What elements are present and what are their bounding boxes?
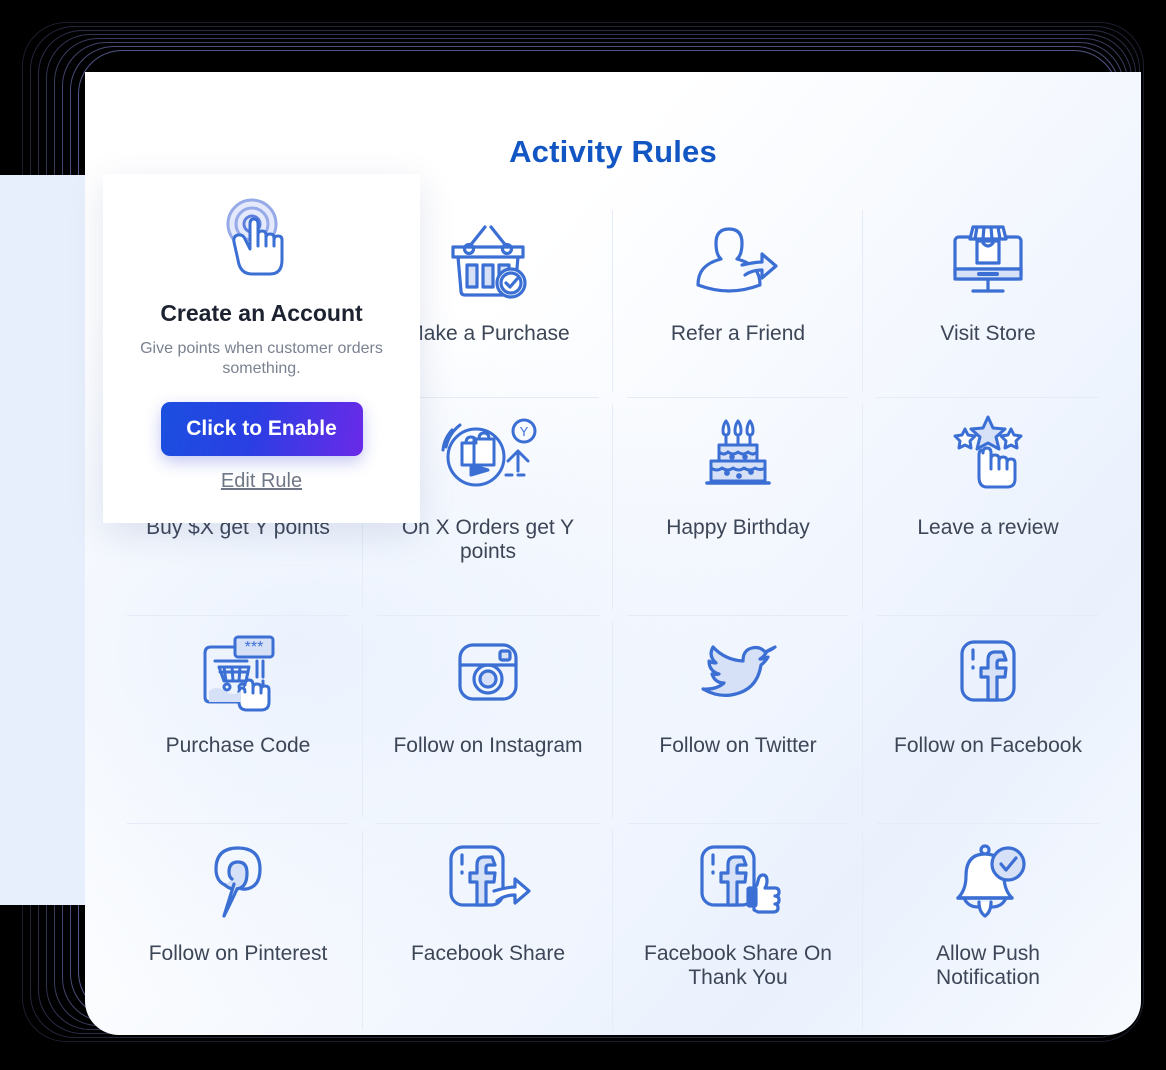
- rule-label: Facebook Share On Thank You: [644, 942, 832, 989]
- rule-cell-follow-on-twitter[interactable]: Follow on Twitter: [613, 616, 863, 824]
- rule-cell-follow-on-instagram[interactable]: Follow on Instagram: [363, 616, 613, 824]
- rule-cell-facebook-share-on-thank-you[interactable]: Facebook Share On Thank You: [613, 824, 863, 1035]
- facebook-icon: [949, 624, 1027, 720]
- orders-points-icon: Y: [438, 406, 538, 502]
- rule-label: On X Orders get Y points: [401, 516, 575, 563]
- stars-hand-icon: [945, 406, 1031, 502]
- shopping-basket-check-icon: [445, 212, 531, 308]
- svg-text:***: ***: [245, 639, 264, 656]
- left-accent-panel: [0, 175, 86, 905]
- rule-cell-allow-push-notification[interactable]: Allow Push Notification: [863, 824, 1113, 1035]
- twitter-bird-icon: [695, 624, 781, 720]
- purchase-code-icon: ***: [191, 624, 285, 720]
- rule-cell-facebook-share[interactable]: Facebook Share: [363, 824, 613, 1035]
- rule-label: Follow on Facebook: [894, 734, 1082, 757]
- rule-label: Follow on Instagram: [393, 734, 583, 757]
- rule-label: Allow Push Notification: [936, 942, 1040, 989]
- rule-popup-panel: Create an Account Give points when custo…: [103, 174, 420, 523]
- edit-rule-link[interactable]: Edit Rule: [221, 470, 302, 493]
- tap-hand-icon: [214, 190, 310, 298]
- pinterest-icon: [200, 832, 276, 928]
- facebook-like-icon: [692, 832, 784, 928]
- svg-text:Y: Y: [520, 424, 529, 439]
- store-monitor-icon: [945, 212, 1031, 308]
- rule-label: Facebook Share: [410, 942, 566, 965]
- rule-label: Leave a review: [917, 516, 1059, 539]
- screenshot-stage: Activity Rules Create an Account: [0, 0, 1166, 1070]
- instagram-icon: [448, 624, 528, 720]
- facebook-share-icon: [441, 832, 535, 928]
- rule-label: Follow on Pinterest: [148, 942, 328, 965]
- rule-cell-visit-store[interactable]: Visit Store: [863, 204, 1113, 398]
- rule-label: Happy Birthday: [666, 516, 810, 539]
- birthday-cake-icon: [695, 406, 781, 502]
- rule-label: Refer a Friend: [670, 322, 806, 345]
- rule-cell-refer-a-friend[interactable]: Refer a Friend: [613, 204, 863, 398]
- rule-cell-follow-on-facebook[interactable]: Follow on Facebook: [863, 616, 1113, 824]
- rule-label: Follow on Twitter: [659, 734, 817, 757]
- rule-cell-purchase-code[interactable]: *** Purchase Code: [113, 616, 363, 824]
- rule-cell-follow-on-pinterest[interactable]: Follow on Pinterest: [113, 824, 363, 1035]
- popup-description: Give points when customer orders somethi…: [140, 340, 383, 378]
- rule-cell-leave-a-review[interactable]: Leave a review: [863, 398, 1113, 616]
- page-title: Activity Rules: [509, 134, 717, 169]
- rule-cell-happy-birthday[interactable]: Happy Birthday: [613, 398, 863, 616]
- bell-check-icon: [945, 832, 1031, 928]
- click-to-enable-button[interactable]: Click to Enable: [160, 401, 363, 456]
- person-share-icon: [695, 212, 781, 308]
- rule-label: Purchase Code: [165, 734, 311, 757]
- rule-label: Make a Purchase: [406, 322, 570, 345]
- popup-title: Create an Account: [160, 300, 363, 326]
- rule-label: Visit Store: [940, 322, 1036, 345]
